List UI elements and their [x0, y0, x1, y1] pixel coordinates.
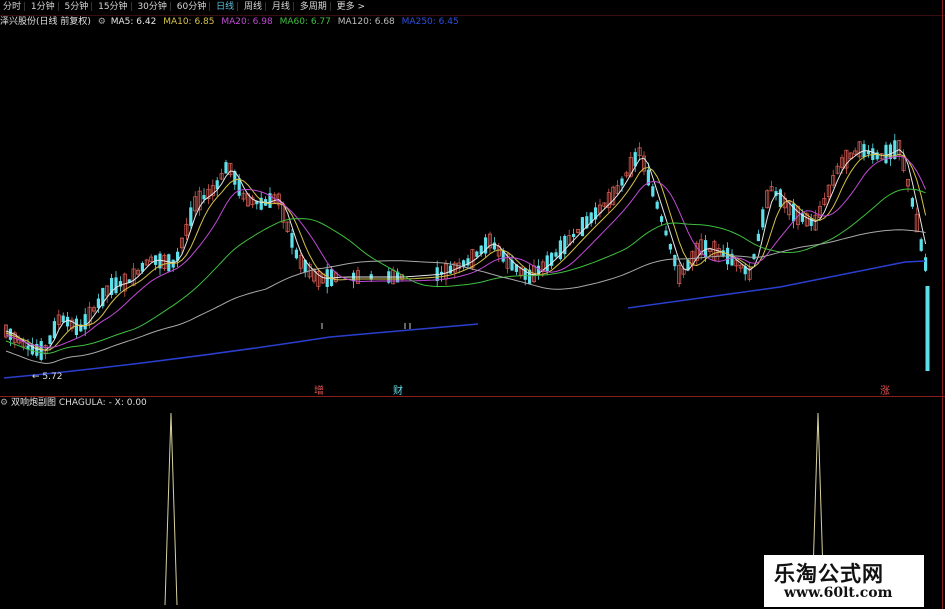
sub-indicator-value: CHAGULA: - X: 0.00: [58, 398, 147, 408]
low-price-label: ← 5.72: [32, 372, 62, 382]
tab-multi-period[interactable]: 多周期: [297, 0, 330, 15]
tab-daily[interactable]: 日线: [213, 0, 237, 15]
divider: [24, 2, 26, 11]
divider: [292, 2, 294, 11]
tab-60min[interactable]: 60分钟: [174, 0, 209, 15]
divider: [209, 2, 211, 11]
gear-icon[interactable]: ⚙: [98, 17, 106, 27]
watermark-title: 乐淘公式网: [774, 561, 884, 586]
divider: [57, 2, 59, 11]
sub-gear-icon[interactable]: ⚙: [0, 398, 8, 408]
kline-chart[interactable]: ← 5.72 增 财 涨: [0, 29, 945, 399]
tab-more[interactable]: 更多 >: [334, 0, 368, 15]
sub-indicator-bar: ⚙ 双响炮副图 CHAGULA: - X: 0.00: [0, 397, 945, 409]
ma60-value: MA60: 6.77: [279, 17, 331, 27]
ma120-line: [5, 229, 926, 365]
ma5-value: MA5: 6.42: [110, 17, 157, 27]
stock-title[interactable]: 泽兴股份(日线 前复权): [0, 17, 91, 27]
ma20-line: [5, 155, 927, 349]
divider: [130, 2, 132, 11]
tab-1min[interactable]: 1分钟: [28, 0, 58, 15]
signal-spike: [164, 412, 178, 606]
ma250-value: MA250: 6.45: [401, 17, 459, 27]
watermark-url: www.60lt.com: [784, 585, 893, 601]
period-toolbar: 分时 1分钟 5分钟 15分钟 30分钟 60分钟 日线 周线 月线 多周期 更…: [0, 0, 945, 15]
divider: [329, 2, 331, 11]
tab-30min[interactable]: 30分钟: [134, 0, 169, 15]
ma20-value: MA20: 6.98: [221, 17, 273, 27]
tab-15min[interactable]: 15分钟: [95, 0, 130, 15]
ma250-line-right: [627, 260, 926, 309]
right-border: [942, 0, 943, 609]
ma-info-bar: 泽兴股份(日线 前复权) ⚙ MA5: 6.42 MA10: 6.85 MA20…: [0, 15, 945, 29]
candle: [925, 286, 930, 371]
tab-5min[interactable]: 5分钟: [62, 0, 92, 15]
divider: [169, 2, 171, 11]
tab-weekly[interactable]: 周线: [241, 0, 265, 15]
sub-title[interactable]: 双响炮副图: [11, 398, 56, 408]
divider: [237, 2, 239, 11]
tab-fenshi[interactable]: 分时: [0, 0, 24, 15]
ma10-value: MA10: 6.85: [163, 17, 215, 27]
divider: [265, 2, 266, 11]
divider: [91, 2, 93, 11]
watermark: 乐淘公式网 www.60lt.com: [764, 555, 924, 607]
ma120-value: MA120: 6.68: [337, 17, 395, 27]
tab-monthly[interactable]: 月线: [269, 0, 293, 15]
